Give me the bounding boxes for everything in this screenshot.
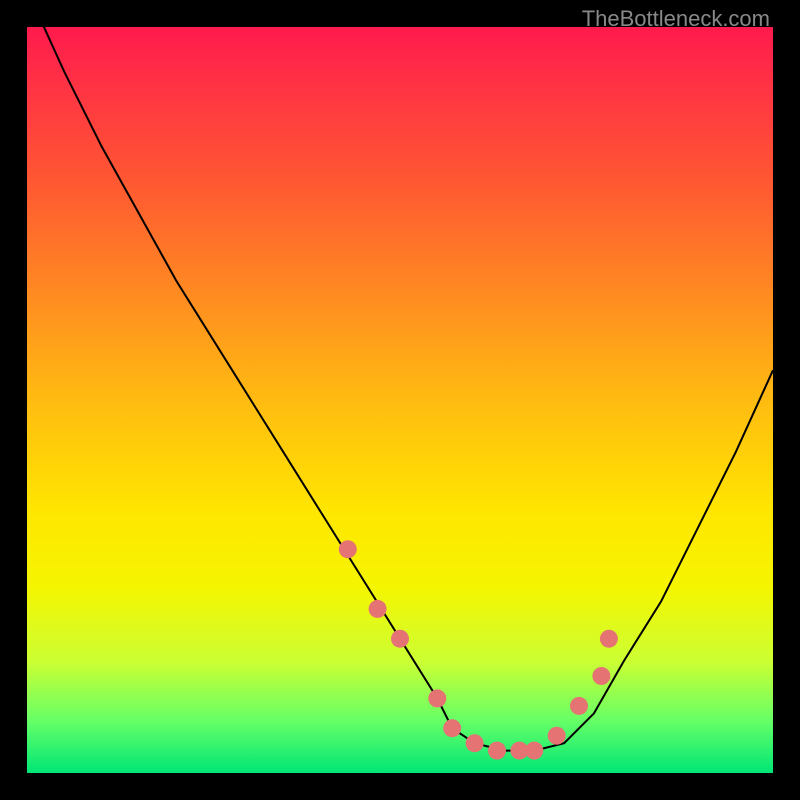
marker-dot — [369, 600, 387, 618]
chart-svg — [27, 27, 773, 773]
highlight-points — [339, 540, 618, 759]
marker-dot — [443, 719, 461, 737]
marker-dot — [339, 540, 357, 558]
marker-dot — [428, 689, 446, 707]
watermark-text: TheBottleneck.com — [582, 6, 770, 32]
marker-dot — [525, 742, 543, 760]
marker-dot — [391, 630, 409, 648]
chart-container: TheBottleneck.com — [0, 0, 800, 800]
marker-dot — [592, 667, 610, 685]
plot-area — [27, 27, 773, 773]
marker-dot — [600, 630, 618, 648]
marker-dot — [488, 742, 506, 760]
marker-dot — [466, 734, 484, 752]
marker-dot — [570, 697, 588, 715]
marker-dot — [548, 727, 566, 745]
